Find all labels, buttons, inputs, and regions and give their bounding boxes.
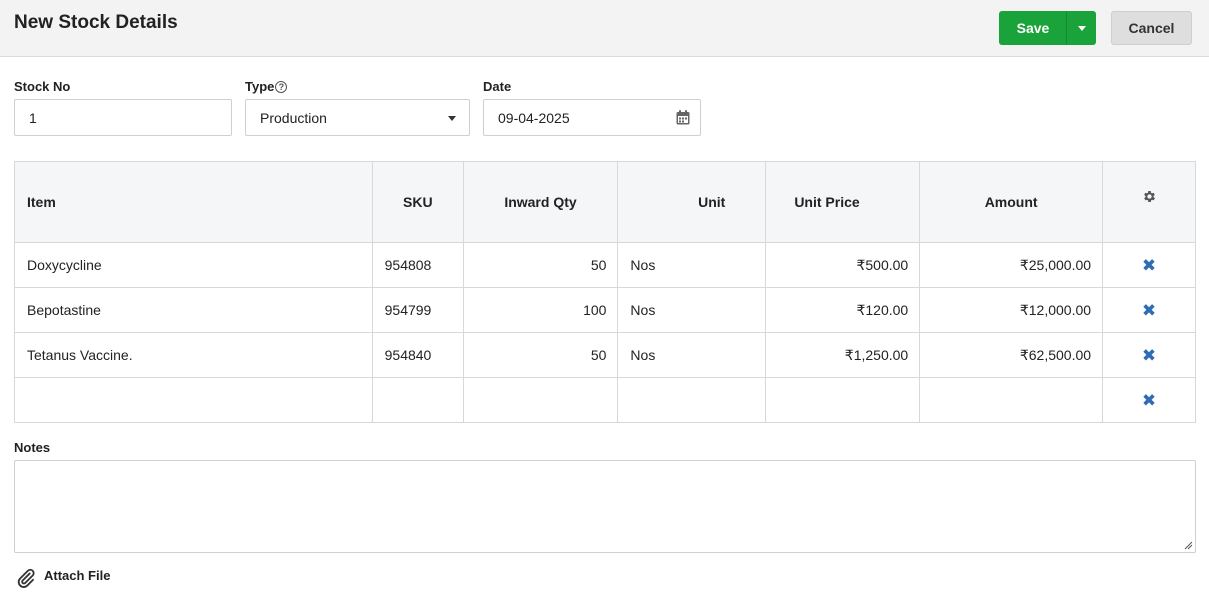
- question-circle-icon[interactable]: ?: [275, 81, 288, 93]
- items-table: Item SKU Inward Qty Unit Unit Price Amou…: [14, 161, 1196, 423]
- cell-sku[interactable]: 954808: [372, 242, 464, 288]
- close-icon[interactable]: ✖: [1142, 301, 1156, 320]
- stock-no-label: Stock No: [14, 79, 71, 94]
- table-row: Doxycycline 954808 50 Nos ₹500.00 ₹25,00…: [14, 242, 1196, 288]
- type-label: Type: [245, 79, 275, 94]
- cell-inward-qty[interactable]: [463, 377, 619, 423]
- notes-textarea[interactable]: [14, 460, 1196, 553]
- table-header-row: Item SKU Inward Qty Unit Unit Price Amou…: [14, 161, 1196, 243]
- cell-unit-price[interactable]: ₹1,250.00: [765, 332, 921, 378]
- type-label-wrap: Type?: [245, 79, 288, 94]
- chevron-down-icon: [448, 116, 456, 121]
- cell-inward-qty[interactable]: 50: [463, 332, 619, 378]
- column-header-unit: Unit: [617, 161, 767, 243]
- row-delete-cell: ✖: [1102, 287, 1196, 333]
- cell-sku[interactable]: [372, 377, 464, 423]
- column-settings: [1102, 161, 1196, 243]
- notes-label: Notes: [14, 440, 51, 455]
- close-icon[interactable]: ✖: [1142, 256, 1156, 275]
- date-label: Date: [483, 79, 512, 94]
- cell-item[interactable]: Doxycycline: [14, 242, 373, 288]
- cell-amount: ₹12,000.00: [919, 287, 1104, 333]
- cell-amount: ₹62,500.00: [919, 332, 1104, 378]
- column-header-inward-qty: Inward Qty: [463, 161, 619, 243]
- save-button[interactable]: Save: [999, 11, 1066, 45]
- column-header-item: Item: [14, 161, 373, 243]
- row-delete-cell: ✖: [1102, 242, 1196, 288]
- stock-no-input[interactable]: 1: [14, 99, 232, 136]
- table-row: ✖: [14, 377, 1196, 423]
- column-header-unit-price: Unit Price: [765, 161, 921, 243]
- cell-amount: [919, 377, 1104, 423]
- cell-unit-price[interactable]: [765, 377, 921, 423]
- gear-icon[interactable]: [1142, 189, 1157, 204]
- page-title: New Stock Details: [14, 12, 178, 33]
- row-delete-cell: ✖: [1102, 332, 1196, 378]
- cell-unit[interactable]: [617, 377, 767, 423]
- cell-item[interactable]: Tetanus Vaccine.: [14, 332, 373, 378]
- row-delete-cell: ✖: [1102, 377, 1196, 423]
- column-header-sku: SKU: [372, 161, 464, 243]
- date-input[interactable]: 09-04-2025: [483, 99, 701, 136]
- paperclip-icon: [17, 568, 35, 588]
- resize-handle-icon[interactable]: [1184, 541, 1193, 550]
- calendar-icon[interactable]: [676, 110, 690, 125]
- stock-no-value: 1: [29, 109, 37, 126]
- page-header: New Stock Details Save Cancel: [0, 0, 1209, 57]
- cell-unit[interactable]: Nos: [617, 332, 767, 378]
- close-icon[interactable]: ✖: [1142, 346, 1156, 365]
- cancel-button[interactable]: Cancel: [1111, 11, 1192, 45]
- save-button-group: Save: [999, 11, 1096, 45]
- table-row: Bepotastine 954799 100 Nos ₹120.00 ₹12,0…: [14, 287, 1196, 333]
- type-select[interactable]: Production: [245, 99, 470, 136]
- save-options-dropdown[interactable]: [1066, 11, 1096, 45]
- cell-inward-qty[interactable]: 50: [463, 242, 619, 288]
- cell-sku[interactable]: 954799: [372, 287, 464, 333]
- cell-amount: ₹25,000.00: [919, 242, 1104, 288]
- cell-item[interactable]: [14, 377, 373, 423]
- chevron-down-icon: [1077, 25, 1086, 31]
- cell-unit-price[interactable]: ₹500.00: [765, 242, 921, 288]
- cell-unit[interactable]: Nos: [617, 242, 767, 288]
- cell-item[interactable]: Bepotastine: [14, 287, 373, 333]
- column-header-amount: Amount: [919, 161, 1104, 243]
- attach-file-label: Attach File: [44, 568, 111, 583]
- cell-unit-price[interactable]: ₹120.00: [765, 287, 921, 333]
- date-value: 09-04-2025: [498, 109, 570, 126]
- table-row: Tetanus Vaccine. 954840 50 Nos ₹1,250.00…: [14, 332, 1196, 378]
- cell-unit[interactable]: Nos: [617, 287, 767, 333]
- type-value: Production: [260, 109, 327, 126]
- cell-inward-qty[interactable]: 100: [463, 287, 619, 333]
- cell-sku[interactable]: 954840: [372, 332, 464, 378]
- attach-file-link[interactable]: Attach File: [16, 567, 110, 589]
- close-icon[interactable]: ✖: [1142, 391, 1156, 410]
